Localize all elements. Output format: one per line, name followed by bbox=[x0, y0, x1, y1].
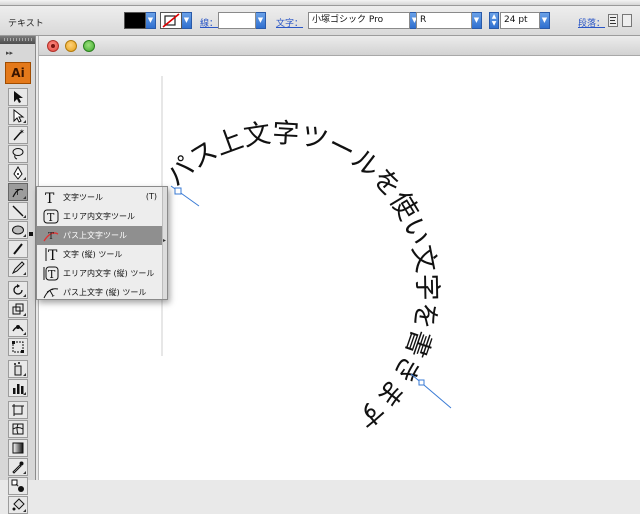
rotate-tool[interactable] bbox=[8, 281, 28, 299]
character-label[interactable]: 文字： bbox=[276, 16, 303, 29]
artboard-tool[interactable] bbox=[8, 401, 28, 419]
svg-text:T: T bbox=[48, 268, 56, 281]
svg-text:T: T bbox=[45, 191, 55, 205]
stroke-color-dropdown[interactable]: ▼ bbox=[182, 12, 192, 29]
font-style-field[interactable]: R bbox=[416, 12, 472, 29]
svg-text:T: T bbox=[14, 188, 20, 197]
align-left-icon[interactable] bbox=[608, 14, 618, 27]
gradient-icon bbox=[12, 442, 24, 454]
flyout-item-type-on-path-tool[interactable]: T パス上文字ツール bbox=[29, 226, 167, 245]
vertical-type-on-path-tool-icon: T bbox=[43, 288, 59, 300]
tool-name-label: テキスト bbox=[8, 19, 44, 29]
type-tools-flyout: T 文字ツール (T) T エリア内文字ツール T パス上文字ツール T 文字 … bbox=[29, 186, 168, 302]
path-anchor-end[interactable] bbox=[418, 379, 425, 386]
path-anchor-start[interactable] bbox=[174, 187, 182, 195]
flyout-item-vertical-type-on-path-tool[interactable]: T パス上文字 (縦) ツール bbox=[37, 283, 167, 302]
flyout-item-area-type-tool[interactable]: T エリア内文字ツール bbox=[37, 207, 167, 226]
minimize-window-button[interactable] bbox=[65, 40, 77, 52]
font-size-stepper[interactable]: ▲ ▼ bbox=[489, 12, 499, 29]
zoom-window-button[interactable] bbox=[83, 40, 95, 52]
flyout-item-vertical-type-tool[interactable]: T 文字 (縦) ツール bbox=[37, 245, 167, 264]
stroke-weight-dropdown[interactable]: ▼ bbox=[256, 12, 266, 29]
direct-selection-tool[interactable] bbox=[8, 107, 28, 125]
free-transform-tool[interactable] bbox=[8, 338, 28, 356]
fill-color-dropdown[interactable]: ▼ bbox=[146, 12, 156, 29]
svg-text:T: T bbox=[48, 248, 58, 262]
svg-text:T: T bbox=[47, 211, 55, 224]
font-size-field[interactable]: 24 pt bbox=[500, 12, 540, 29]
stroke-label[interactable]: 線： bbox=[200, 16, 218, 29]
svg-text:T: T bbox=[46, 288, 58, 300]
selected-bullet-icon bbox=[29, 232, 33, 236]
selection-tool[interactable] bbox=[8, 88, 28, 106]
scale-tool[interactable] bbox=[8, 300, 28, 318]
magic-wand-icon: ✶ bbox=[13, 128, 25, 141]
stroke-weight-field[interactable] bbox=[218, 12, 256, 29]
control-bar: テキスト ▼ ▼ 線： ▼ 文字： 小塚ゴシック Pro ▼ R ▼ ▲ ▼ 24… bbox=[0, 6, 640, 36]
paintbrush-tool[interactable] bbox=[8, 240, 28, 258]
font-style-dropdown[interactable]: ▼ bbox=[472, 12, 482, 29]
type-tool-active[interactable]: T bbox=[8, 183, 28, 201]
lasso-tool[interactable] bbox=[8, 145, 28, 163]
path-text[interactable]: パス上文字ツールを使い文字を書きます bbox=[160, 118, 442, 434]
symbol-sprayer-tool[interactable] bbox=[8, 360, 28, 378]
pencil-tool[interactable] bbox=[8, 259, 28, 277]
eyedropper-tool[interactable] bbox=[8, 458, 28, 476]
align-center-icon[interactable] bbox=[622, 14, 632, 27]
vertical-type-tool-icon: T bbox=[45, 248, 58, 262]
ellipse-tool[interactable] bbox=[8, 221, 28, 239]
blend-icon bbox=[11, 479, 24, 492]
type-on-path-tool-icon: T bbox=[43, 232, 59, 242]
mesh-icon bbox=[12, 423, 24, 435]
panel-collapse-icon[interactable]: ▸▸ bbox=[6, 49, 13, 57]
no-stroke-icon bbox=[162, 13, 180, 28]
pen-tool[interactable] bbox=[8, 164, 28, 182]
vertical-area-type-tool-icon: T bbox=[43, 266, 59, 281]
artboard-icon bbox=[12, 404, 24, 416]
magic-wand-tool[interactable]: ✶ bbox=[8, 126, 28, 144]
svg-text:✶: ✶ bbox=[19, 128, 25, 136]
arrow-icon bbox=[14, 91, 23, 103]
brush-icon bbox=[13, 243, 23, 255]
tools-panel-titlebar[interactable] bbox=[0, 36, 35, 44]
mesh-tool[interactable] bbox=[8, 420, 28, 438]
warp-tool[interactable] bbox=[8, 319, 28, 337]
document-titlebar[interactable] bbox=[39, 36, 640, 56]
line-segment-tool[interactable] bbox=[8, 202, 28, 220]
flyout-item-vertical-area-type-tool[interactable]: T エリア内文字 (縦) ツール bbox=[37, 264, 167, 283]
type-tool-icon: T bbox=[45, 191, 55, 205]
tools-panel: ▸▸ Ai ✶ T bbox=[0, 36, 36, 514]
app-logo: Ai bbox=[5, 62, 31, 84]
close-window-button[interactable] bbox=[47, 40, 59, 52]
path-text-content: パス上文字ツールを使い文字を書きます bbox=[160, 118, 442, 434]
svg-text:T: T bbox=[48, 232, 54, 242]
tearoff-arrow-icon: ▸ bbox=[162, 237, 166, 244]
paragraph-label[interactable]: 段落： bbox=[578, 16, 605, 29]
stroke-color-swatch[interactable] bbox=[160, 12, 182, 29]
gradient-tool[interactable] bbox=[8, 439, 28, 457]
font-family-field[interactable]: 小塚ゴシック Pro bbox=[308, 12, 410, 29]
area-type-tool-icon: T bbox=[43, 209, 59, 224]
fill-color-swatch[interactable] bbox=[124, 12, 146, 29]
graph-tool[interactable] bbox=[8, 379, 28, 397]
flyout-item-type-tool[interactable]: T 文字ツール (T) bbox=[37, 188, 167, 207]
live-paint-tool[interactable] bbox=[8, 496, 28, 514]
flyout-tearoff-bar[interactable]: ▸ bbox=[162, 187, 167, 299]
font-size-dropdown[interactable]: ▼ bbox=[540, 12, 550, 29]
free-transform-icon bbox=[12, 341, 24, 353]
lasso-icon bbox=[12, 148, 24, 160]
path-end-handle[interactable] bbox=[410, 373, 452, 409]
